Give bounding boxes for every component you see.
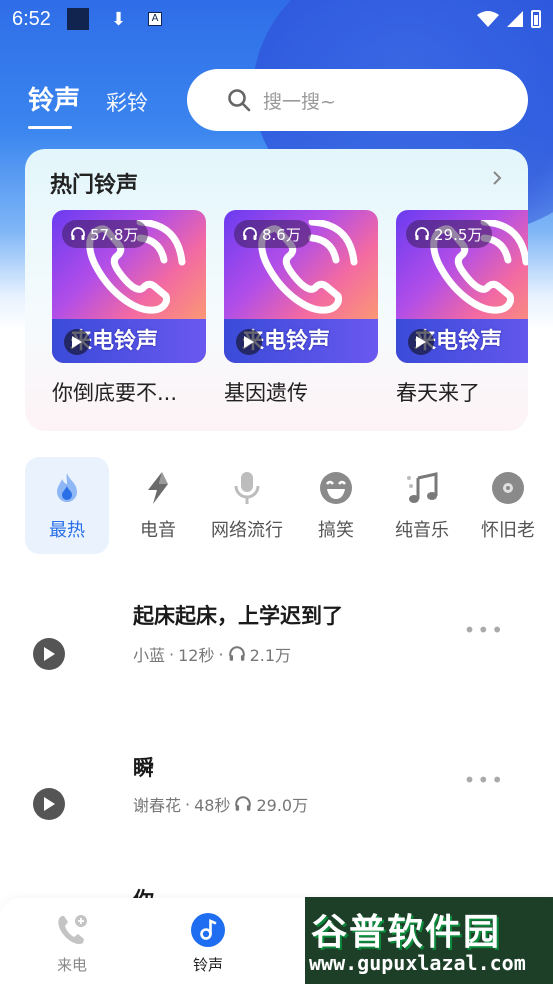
song-meta: 小蓝 · 12秒 · 2.1万 <box>133 642 291 666</box>
hot-item[interactable]: 来电铃声 29.5万 春天来了 <box>396 210 528 407</box>
category-internet-pop[interactable]: 网络流行 <box>201 457 293 554</box>
meta-separator: · <box>185 794 191 814</box>
song-plays: 2.1万 <box>249 646 292 665</box>
hot-ringtones-card: 热门铃声 来电铃声 57.8万 你倒底要不... 来电铃声 8.6万 基因遗传 … <box>25 149 528 431</box>
tab-color-ring[interactable]: 彩铃 <box>106 87 148 117</box>
nav-label: 来电 <box>56 956 87 974</box>
song-artist: 小蓝 <box>133 646 166 665</box>
category-label: 网络流行 <box>211 519 283 541</box>
hot-item-thumbnail: 来电铃声 8.6万 <box>224 210 378 363</box>
song-plays: 29.0万 <box>256 796 309 815</box>
song-title: 瞬 <box>133 756 154 780</box>
play-count-badge: 29.5万 <box>406 220 493 248</box>
watermark-title: 谷普软件园 <box>311 912 502 953</box>
hot-item-thumbnail: 来电铃声 57.8万 <box>52 210 206 363</box>
category-label: 纯音乐 <box>395 519 449 541</box>
search-bar[interactable]: 搜一搜~ <box>187 69 528 131</box>
song-artist: 谢春花 <box>133 796 182 815</box>
category-label: 搞笑 <box>318 519 354 541</box>
play-count: 57.8万 <box>90 225 139 244</box>
hot-item[interactable]: 来电铃声 57.8万 你倒底要不... <box>52 210 206 407</box>
music-note-icon <box>407 471 438 503</box>
chevron-right-icon[interactable] <box>490 171 504 185</box>
category-hottest[interactable]: 最热 <box>25 457 109 554</box>
wifi-icon <box>477 11 499 27</box>
tab-ringtone[interactable]: 铃声 <box>28 80 80 129</box>
status-time: 6:52 <box>12 7 51 30</box>
more-options-icon[interactable]: ••• <box>464 618 505 642</box>
play-count: 29.5万 <box>434 225 483 244</box>
play-icon[interactable] <box>408 329 434 355</box>
song-title: 你 <box>133 884 154 898</box>
signal-icon <box>507 11 523 27</box>
category-funny[interactable]: 搞笑 <box>293 457 379 554</box>
flame-icon <box>57 472 77 502</box>
a-badge-icon: A <box>148 12 163 26</box>
category-pure-music[interactable]: 纯音乐 <box>379 457 465 554</box>
status-bar: 6:52 ⬇ A <box>0 0 553 38</box>
laughing-face-icon <box>320 471 352 504</box>
song-row[interactable]: 起床起床，上学迟到了 小蓝 · 12秒 · 2.1万 ••• <box>0 580 553 720</box>
nav-label: 铃声 <box>192 956 223 974</box>
hot-item-name: 你倒底要不... <box>52 381 178 405</box>
top-tabs: 铃声 彩铃 <box>28 80 148 129</box>
status-right <box>477 10 541 28</box>
headphones-icon <box>415 227 429 240</box>
song-duration: 48秒 <box>194 796 231 815</box>
meta-separator: · <box>169 644 175 664</box>
phone-icon <box>58 915 87 944</box>
category-label: 电音 <box>140 519 176 541</box>
microphone-icon <box>234 471 260 504</box>
headphones-icon <box>235 796 252 811</box>
hot-title: 热门铃声 <box>50 173 139 198</box>
headphones-icon <box>71 227 85 240</box>
download-icon: ⬇ <box>110 8 127 30</box>
song-row[interactable]: 你 <box>0 878 553 898</box>
hot-item-name: 春天来了 <box>396 381 480 405</box>
headphones-icon <box>228 646 245 661</box>
nav-ringtone[interactable]: 铃声 <box>190 912 226 975</box>
song-row[interactable]: 瞬 谢春花 · 48秒 29.0万 ••• <box>0 730 553 870</box>
song-meta: 谢春花 · 48秒 29.0万 <box>133 792 308 816</box>
hot-item-name: 基因遗传 <box>224 381 308 405</box>
play-button[interactable] <box>33 638 65 670</box>
category-bar: 最热 电音 网络流行 搞笑 纯音乐 怀旧老 <box>25 457 553 554</box>
play-button[interactable] <box>33 788 65 820</box>
more-options-icon[interactable]: ••• <box>464 768 505 792</box>
song-title: 起床起床，上学迟到了 <box>133 604 343 628</box>
notification-square-icon <box>66 8 89 30</box>
battery-icon <box>531 10 541 28</box>
category-nostalgic[interactable]: 怀旧老 <box>465 457 551 554</box>
play-count-badge: 57.8万 <box>62 220 149 248</box>
watermark: 谷普软件园 www.gupuxlazal.com <box>305 897 553 984</box>
music-disc-icon <box>191 913 225 947</box>
search-icon <box>228 89 251 112</box>
category-label: 最热 <box>49 519 85 541</box>
play-icon[interactable] <box>236 329 262 355</box>
play-count: 8.6万 <box>262 225 301 244</box>
hot-item[interactable]: 来电铃声 8.6万 基因遗传 <box>224 210 378 407</box>
category-electronic[interactable]: 电音 <box>115 457 201 554</box>
song-duration: 12秒 <box>178 646 215 665</box>
headphones-icon <box>243 227 257 240</box>
meta-separator: · <box>218 644 224 664</box>
search-placeholder: 搜一搜~ <box>263 90 336 113</box>
hot-item-thumbnail: 来电铃声 29.5万 <box>396 210 528 363</box>
play-icon[interactable] <box>64 329 90 355</box>
watermark-url: www.gupuxlazal.com <box>309 951 526 975</box>
play-count-badge: 8.6万 <box>234 220 311 248</box>
category-label: 怀旧老 <box>481 519 535 541</box>
nav-incoming-call[interactable]: 来电 <box>54 912 90 975</box>
disc-icon <box>492 471 524 504</box>
lightning-icon <box>148 471 168 504</box>
